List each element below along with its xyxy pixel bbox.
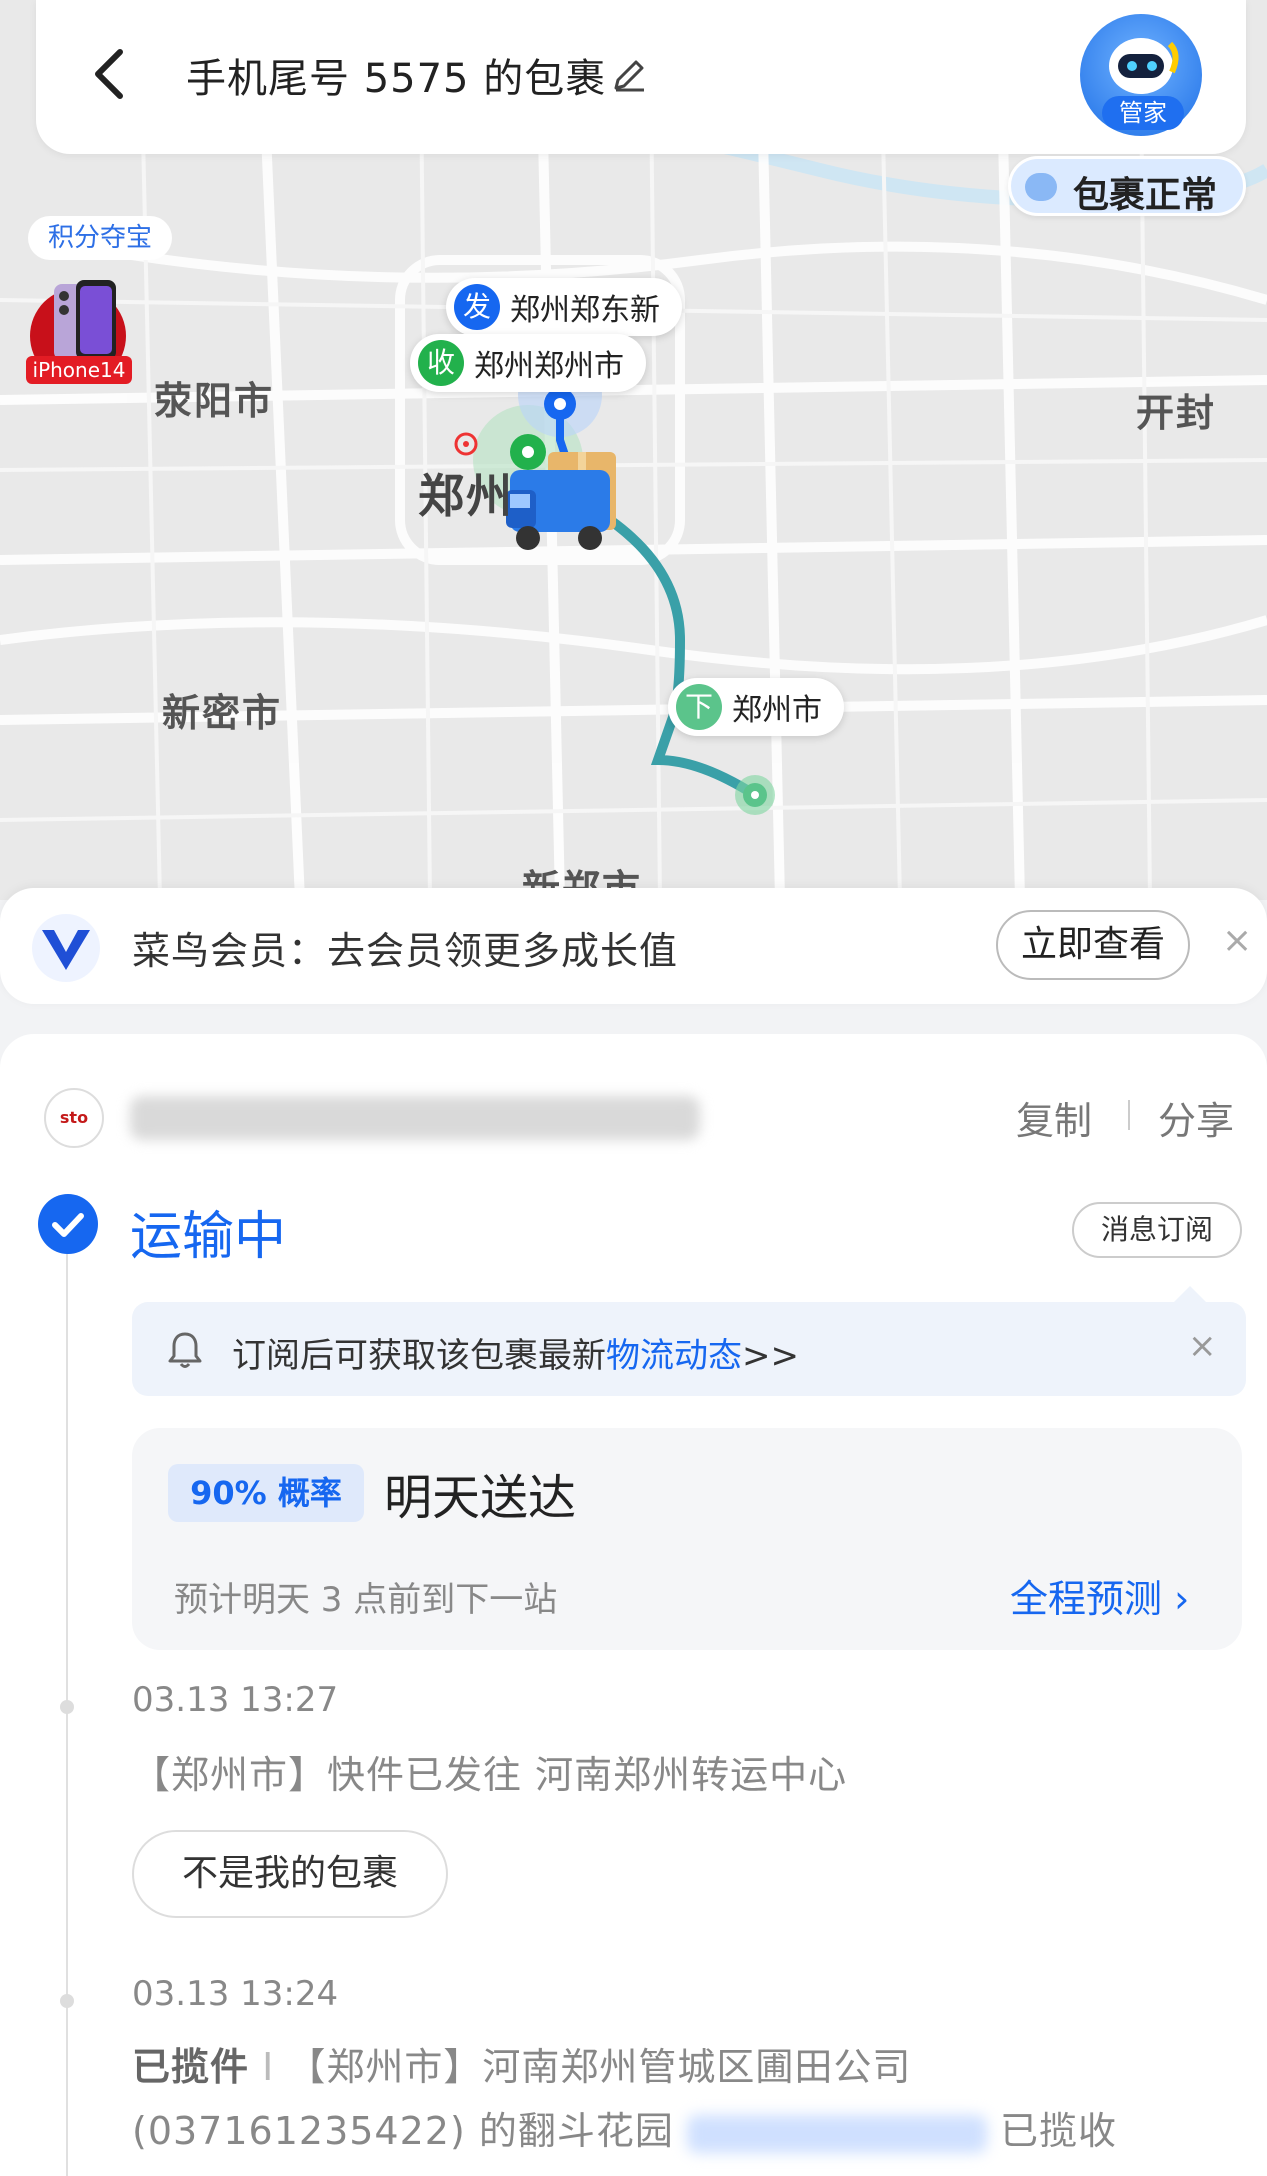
view-now-button[interactable]: 立即查看 bbox=[996, 910, 1190, 980]
subscribe-notice[interactable]: 订阅后可获取该包裹最新物流动态>> × bbox=[132, 1286, 1246, 1396]
share-button[interactable]: 分享 bbox=[1158, 1090, 1234, 1145]
divider bbox=[1128, 1100, 1130, 1130]
next-badge: 下 bbox=[676, 684, 722, 730]
probability-badge: 90% 概率 bbox=[168, 1464, 364, 1522]
separator: I bbox=[262, 2045, 275, 2089]
member-promo-text: 菜鸟会员：去会员领更多成长值 bbox=[132, 929, 679, 973]
tracking-number-redacted bbox=[130, 1096, 700, 1140]
package-detail-card: sto 复制 分享 运输中 消息订阅 订阅后可获取该包裹最新物流动态>> × 9… bbox=[0, 1034, 1267, 2176]
iphone-label: iPhone14 bbox=[26, 356, 132, 384]
event-detail-3: 已揽收 bbox=[1000, 2109, 1118, 2153]
event-time: 03.13 13:27 bbox=[132, 1680, 339, 1720]
notice-text: 订阅后可获取该包裹最新物流动态>> bbox=[232, 1328, 799, 1377]
page-title: 手机尾号 5575 的包裹 bbox=[186, 56, 607, 102]
event-label: 已揽件 bbox=[132, 2045, 250, 2089]
event-detail: 【郑州市】河南郑州管城区圃田公司 bbox=[287, 2045, 912, 2089]
member-banner: 菜鸟会员：去会员领更多成长值 立即查看 × bbox=[0, 888, 1267, 1004]
event-text-line2: (037161235422) 的翻斗花园 已揽收 bbox=[132, 2100, 1117, 2155]
timeline-dot bbox=[60, 1700, 74, 1714]
event-text: 【郑州市】快件已发往 河南郑州转运中心 bbox=[132, 1753, 848, 1797]
map-marker-receive[interactable]: 收 郑州郑州市 bbox=[410, 334, 646, 392]
map-marker-next[interactable]: 下 郑州市 bbox=[668, 678, 844, 736]
notice-suffix: >> bbox=[742, 1336, 799, 1376]
event-time: 03.13 13:24 bbox=[132, 1974, 339, 2014]
chat-bubble-icon bbox=[1025, 173, 1057, 201]
assistant-tag: 管家 bbox=[1102, 96, 1184, 130]
not-my-package-button[interactable]: 不是我的包裹 bbox=[132, 1830, 448, 1918]
check-icon bbox=[38, 1194, 98, 1254]
city-label: 郑州 bbox=[418, 469, 514, 523]
send-badge: 发 bbox=[454, 284, 500, 330]
bell-icon bbox=[168, 1332, 202, 1368]
city-label: 开封 bbox=[1136, 391, 1217, 435]
package-status-pill[interactable]: 包裹正常 bbox=[1008, 156, 1246, 216]
map-marker-send[interactable]: 发 郑州郑东新 bbox=[446, 278, 682, 336]
copy-button[interactable]: 复制 bbox=[1016, 1090, 1092, 1145]
back-arrow-icon[interactable] bbox=[86, 44, 136, 104]
package-status-text: 包裹正常 bbox=[1073, 175, 1218, 216]
delivery-prediction-card[interactable]: 90% 概率 明天送达 预计明天 3 点前到下一站 全程预测 › bbox=[132, 1428, 1242, 1650]
receive-badge: 收 bbox=[418, 340, 464, 386]
full-prediction-link[interactable]: 全程预测 › bbox=[1010, 1568, 1189, 1623]
subscribe-button[interactable]: 消息订阅 bbox=[1072, 1202, 1242, 1258]
logistics-updates-link[interactable]: 物流动态 bbox=[606, 1336, 742, 1376]
event-text: 已揽件 I 【郑州市】河南郑州管城区圃田公司 bbox=[132, 2036, 911, 2091]
event-detail-2: (037161235422) 的翻斗花园 bbox=[132, 2109, 674, 2153]
promo-badge[interactable]: 积分夺宝 bbox=[28, 216, 173, 260]
marker-label: 郑州郑州市 bbox=[474, 349, 624, 384]
notice-prefix: 订阅后可获取该包裹最新 bbox=[232, 1336, 606, 1376]
marker-label: 郑州市 bbox=[732, 693, 822, 728]
redacted-phone bbox=[686, 2114, 987, 2153]
prediction-subtitle: 预计明天 3 点前到下一站 bbox=[174, 1580, 558, 1620]
close-notice-icon[interactable]: × bbox=[1188, 1326, 1217, 1366]
top-bar: 手机尾号 5575 的包裹 bbox=[36, 0, 1246, 154]
cainiao-vip-logo-icon bbox=[32, 914, 100, 982]
map-view[interactable]: 荥阳市 郑州 开封 新密市 新郑市 发 郑州郑东新 收 郑州郑州市 下 郑州市 … bbox=[0, 0, 1267, 900]
timeline-dot bbox=[60, 1994, 74, 2008]
edit-pencil-icon[interactable] bbox=[608, 54, 650, 96]
shipment-status: 运输中 bbox=[130, 1207, 287, 1267]
prediction-title: 明天送达 bbox=[384, 1470, 577, 1526]
close-banner-icon[interactable]: × bbox=[1222, 920, 1252, 961]
city-label: 新密市 bbox=[162, 691, 283, 735]
courier-logo: sto bbox=[44, 1088, 104, 1148]
city-label: 荥阳市 bbox=[154, 379, 275, 423]
marker-label: 郑州郑东新 bbox=[510, 293, 660, 328]
